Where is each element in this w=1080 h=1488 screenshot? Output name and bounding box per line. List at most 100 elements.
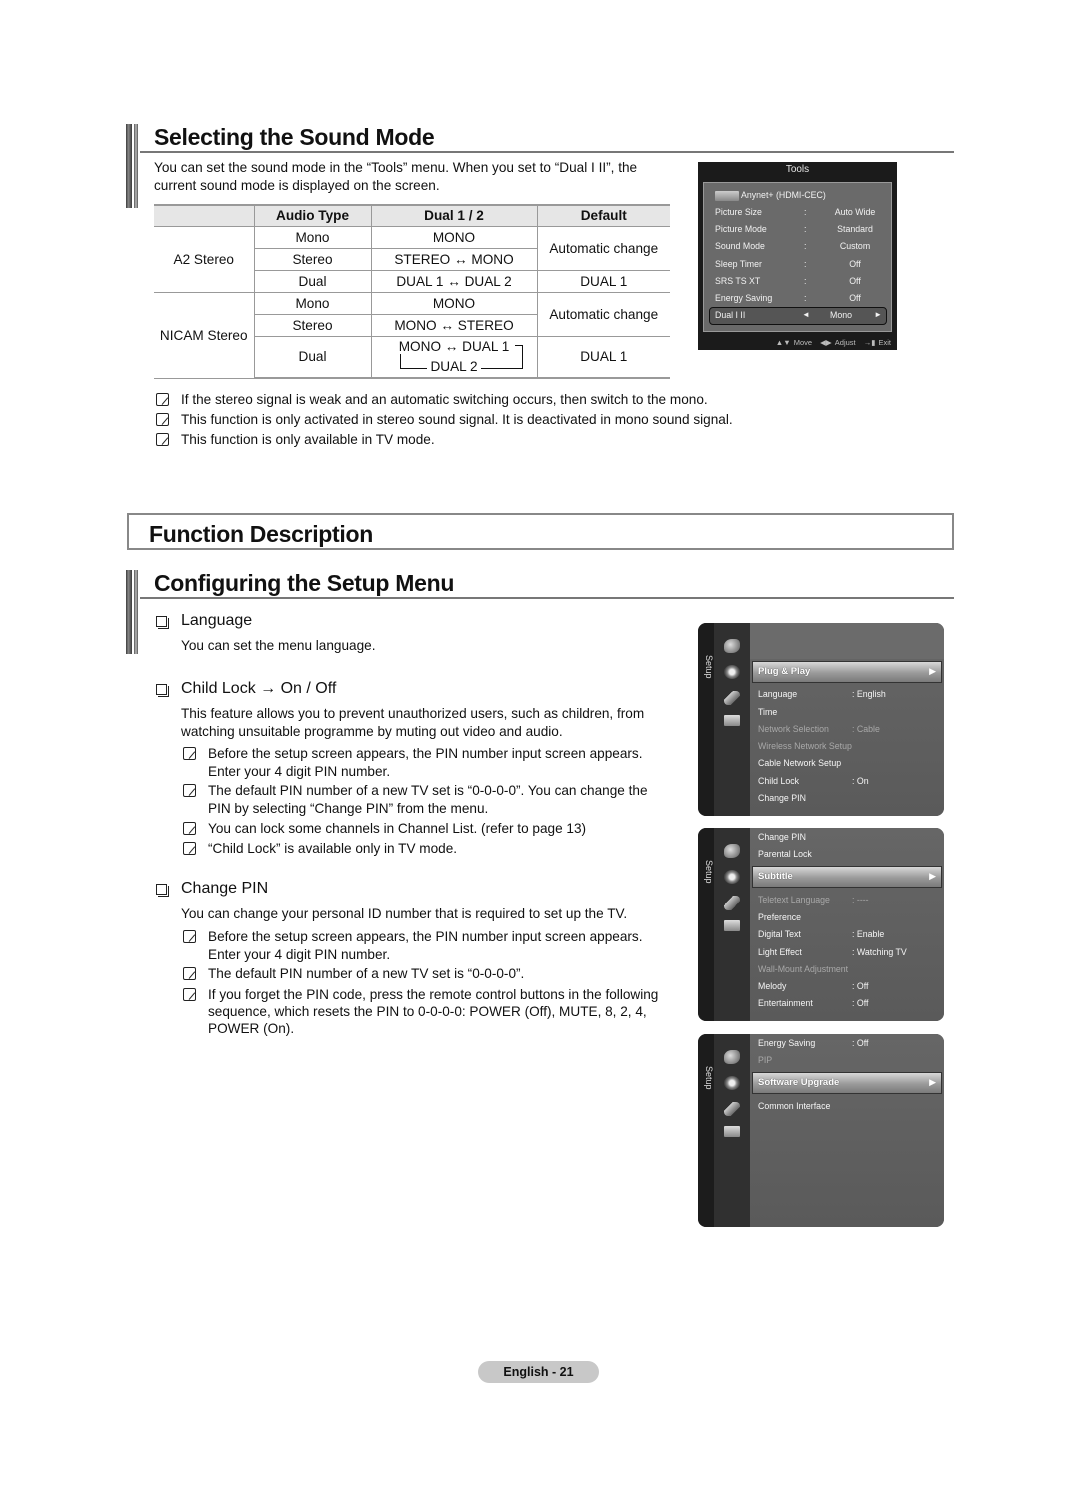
- tools-item[interactable]: Picture Size: Auto Wide: [715, 205, 885, 219]
- osd-item[interactable]: Preference: [758, 912, 801, 922]
- setup-gear-icon[interactable]: [724, 870, 740, 884]
- input-icon[interactable]: [724, 691, 740, 705]
- osd-item[interactable]: Parental Lock: [758, 849, 812, 859]
- note-icon: [183, 747, 196, 760]
- section-bar-decoration: [126, 124, 140, 208]
- language-title: Language: [181, 612, 253, 629]
- child-lock-text-line1: This feature allows you to prevent unaut…: [181, 706, 645, 721]
- note-icon: [156, 433, 169, 446]
- osd-item[interactable]: Time: [758, 707, 777, 717]
- cycle-line2: DUAL 2: [427, 358, 481, 374]
- note-text: “Child Lock” is available only in TV mod…: [208, 841, 458, 856]
- note-icon: [183, 988, 196, 1001]
- group-name: NICAM Stereo: [154, 292, 254, 379]
- osd-item[interactable]: Melody: Off: [758, 981, 868, 991]
- setup-osd-3: Setup Energy Saving: Off PIP Software Up…: [698, 1034, 944, 1227]
- section-title: Selecting the Sound Mode: [154, 124, 435, 150]
- default-cell: DUAL 1: [536, 270, 670, 293]
- application-icon[interactable]: [724, 1126, 740, 1137]
- tools-footer: ▲▼ Move ◀▶ Adjust →▮ Exit: [775, 338, 891, 347]
- table-row: NICAM Stereo Mono MONO Automatic change: [154, 292, 670, 379]
- osd-item[interactable]: Common Interface: [758, 1101, 830, 1111]
- audio-type-cell: Dual: [253, 270, 371, 293]
- dual-cell: DUAL 1 ↔ DUAL 2: [370, 270, 537, 293]
- right-arrow-icon[interactable]: ►: [874, 310, 882, 319]
- note-text: Before the setup screen appears, the PIN…: [208, 746, 643, 761]
- osd-item[interactable]: Cable Network Setup: [758, 758, 841, 768]
- osd-selected-item[interactable]: Plug & Play ▶: [752, 661, 942, 683]
- section-bar-decoration: [126, 570, 140, 654]
- child-lock-text-line2: watching unsuitable programme by muting …: [181, 724, 563, 739]
- application-icon[interactable]: [724, 715, 740, 726]
- note-text: You can lock some channels in Channel Li…: [208, 821, 587, 836]
- tools-item-anynet[interactable]: Anynet+ (HDMI-CEC): [715, 188, 885, 202]
- osd-item: Teletext Language: ----: [758, 895, 869, 905]
- move-icon: ▲▼: [775, 338, 791, 347]
- tools-item[interactable]: Sound Mode: Custom: [715, 239, 885, 253]
- setup-gear-icon[interactable]: [724, 1076, 740, 1090]
- dual-cell: MONO ↔ DUAL 1 DUAL 2: [370, 336, 537, 379]
- note-text: The default PIN number of a new TV set i…: [208, 966, 525, 981]
- osd-item[interactable]: Change PIN: [758, 793, 806, 803]
- default-cell: Automatic change: [536, 226, 670, 271]
- note-icon: [156, 413, 169, 426]
- osd-item[interactable]: Change PIN: [758, 832, 806, 842]
- osd-item[interactable]: Child Lock: On: [758, 776, 869, 786]
- sound-mode-intro-line2: current sound mode is displayed on the s…: [154, 178, 440, 193]
- right-arrow-icon: ▶: [929, 666, 936, 676]
- checkbox-bullet-icon: [156, 616, 169, 629]
- note-text: PIN by selecting “Change PIN” from the m…: [208, 801, 489, 816]
- setup-side-label: Setup: [704, 860, 714, 884]
- dual-cell: MONO ↔ STEREO: [370, 314, 537, 337]
- note-text: sequence, which resets the PIN to 0-0-0-…: [208, 1004, 647, 1019]
- picture-icon[interactable]: [724, 1050, 740, 1064]
- osd-item[interactable]: Entertainment: Off: [758, 998, 868, 1008]
- note-text: If the stereo signal is weak and an auto…: [181, 392, 708, 407]
- note-text: Before the setup screen appears, the PIN…: [208, 929, 643, 944]
- note-icon: [183, 842, 196, 855]
- sound-mode-table: Audio Type Dual 1 / 2 Default A2 Stereo …: [154, 204, 670, 379]
- setup-gear-icon[interactable]: [724, 665, 740, 679]
- note-text: POWER (On).: [208, 1021, 295, 1036]
- exit-icon: →▮: [863, 338, 876, 347]
- section-rule: [140, 151, 954, 153]
- application-icon[interactable]: [724, 920, 740, 931]
- picture-icon[interactable]: [724, 639, 740, 653]
- tools-item[interactable]: Sleep Timer: Off: [715, 257, 885, 271]
- osd-selected-item[interactable]: Subtitle ▶: [752, 866, 942, 888]
- left-arrow-icon[interactable]: ◄: [802, 310, 810, 319]
- sound-mode-intro-line1: You can set the sound mode in the “Tools…: [154, 160, 638, 175]
- section-rule: [140, 597, 954, 599]
- picture-icon[interactable]: [724, 844, 740, 858]
- dual-value: Mono: [830, 310, 853, 320]
- osd-item[interactable]: Language: English: [758, 689, 886, 699]
- osd-selected-item[interactable]: Software Upgrade ▶: [752, 1072, 942, 1094]
- adjust-icon: ◀▶: [820, 338, 832, 347]
- table-header: Audio Type: [253, 204, 371, 227]
- tools-item[interactable]: SRS TS XT: Off: [715, 274, 885, 288]
- note-icon: [183, 822, 196, 835]
- tools-item[interactable]: Energy Saving: Off: [715, 291, 885, 305]
- osd-icon-column: [714, 1034, 750, 1227]
- osd-item[interactable]: Digital Text: Enable: [758, 929, 884, 939]
- dual-label: Dual I II: [715, 310, 746, 320]
- child-lock-title: Child Lock → On / Off: [181, 680, 337, 697]
- tools-selected-dual[interactable]: Dual I II ◄ Mono ►: [709, 307, 887, 325]
- note-text: If you forget the PIN code, press the re…: [208, 987, 659, 1002]
- tools-item[interactable]: Picture Mode: Standard: [715, 222, 885, 236]
- checkbox-bullet-icon: [156, 684, 169, 697]
- tools-panel: Anynet+ (HDMI-CEC) Picture Size: Auto Wid…: [703, 182, 892, 332]
- note-icon: [183, 784, 196, 797]
- table-row: A2 Stereo Mono MONO Automatic change: [154, 226, 670, 293]
- input-icon[interactable]: [724, 896, 740, 910]
- tools-title: Tools: [785, 164, 810, 175]
- audio-type-cell: Mono: [253, 292, 371, 315]
- osd-item: Network Selection: Cable: [758, 724, 880, 734]
- input-icon[interactable]: [724, 1102, 740, 1116]
- osd-item[interactable]: Light Effect: Watching TV: [758, 947, 907, 957]
- dual-cell: STEREO ↔ MONO: [370, 248, 537, 271]
- note-text: Enter your 4 digit PIN number.: [208, 764, 391, 779]
- osd-item[interactable]: Energy Saving: Off: [758, 1038, 868, 1048]
- osd-item: Wall-Mount Adjustment: [758, 964, 849, 974]
- change-pin-title: Change PIN: [181, 880, 269, 897]
